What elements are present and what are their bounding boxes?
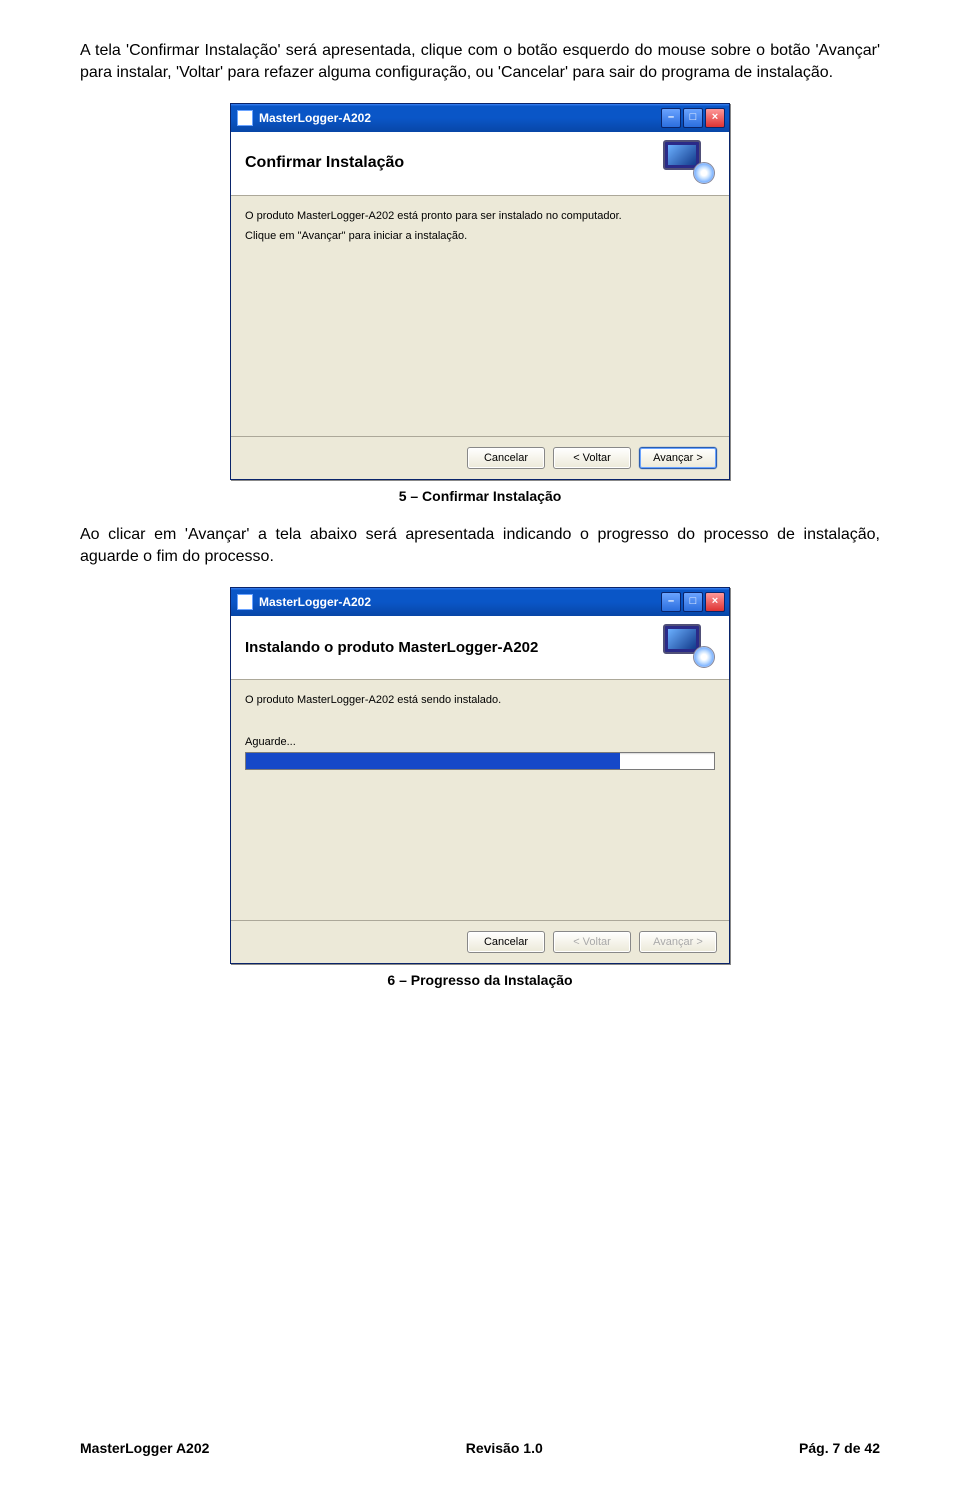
installer-icon [663, 624, 715, 670]
maximize-button[interactable]: □ [683, 592, 703, 612]
installer-dialog-confirm: MasterLogger-A202 – □ × Confirmar Instal… [230, 103, 730, 480]
installer-dialog-progress: MasterLogger-A202 – □ × Instalando o pro… [230, 587, 730, 964]
dialog-footer: Cancelar < Voltar Avançar > [231, 436, 729, 479]
banner-title: Instalando o produto MasterLogger-A202 [245, 639, 538, 656]
progress-bar [245, 752, 715, 770]
mid-paragraph: Ao clicar em 'Avançar' a tela abaixo ser… [80, 524, 880, 569]
dialog-content: O produto MasterLogger-A202 está sendo i… [231, 680, 729, 920]
dialog-content: O produto MasterLogger-A202 está pronto … [231, 196, 729, 436]
close-button[interactable]: × [705, 592, 725, 612]
progress-label: Aguarde... [245, 736, 715, 748]
window-title: MasterLogger-A202 [259, 111, 661, 125]
close-button[interactable]: × [705, 108, 725, 128]
page-footer: MasterLogger A202 Revisão 1.0 Pág. 7 de … [80, 1440, 880, 1456]
cancel-button[interactable]: Cancelar [467, 931, 545, 953]
figure-caption-6: 6 – Progresso da Instalação [80, 972, 880, 988]
dialog-banner: Confirmar Instalação [231, 132, 729, 196]
content-line2: Clique em "Avançar" para iniciar a insta… [245, 230, 715, 242]
minimize-button[interactable]: – [661, 592, 681, 612]
dialog2-figure: MasterLogger-A202 – □ × Instalando o pro… [80, 587, 880, 964]
next-button[interactable]: Avançar > [639, 447, 717, 469]
back-button: < Voltar [553, 931, 631, 953]
content-line1: O produto MasterLogger-A202 está sendo i… [245, 694, 715, 706]
progress-fill [246, 753, 620, 769]
window-controls: – □ × [661, 592, 725, 612]
dialog1-figure: MasterLogger-A202 – □ × Confirmar Instal… [80, 103, 880, 480]
next-button: Avançar > [639, 931, 717, 953]
app-icon [237, 594, 253, 610]
footer-right: Pág. 7 de 42 [799, 1440, 880, 1456]
cancel-button[interactable]: Cancelar [467, 447, 545, 469]
window-controls: – □ × [661, 108, 725, 128]
dialog-footer: Cancelar < Voltar Avançar > [231, 920, 729, 963]
titlebar: MasterLogger-A202 – □ × [231, 104, 729, 132]
minimize-button[interactable]: – [661, 108, 681, 128]
footer-center: Revisão 1.0 [466, 1440, 543, 1456]
dialog-banner: Instalando o produto MasterLogger-A202 [231, 616, 729, 680]
content-line1: O produto MasterLogger-A202 está pronto … [245, 210, 715, 222]
footer-left: MasterLogger A202 [80, 1440, 209, 1456]
banner-title: Confirmar Instalação [245, 154, 404, 172]
intro-paragraph: A tela 'Confirmar Instalação' será apres… [80, 40, 880, 85]
app-icon [237, 110, 253, 126]
figure-caption-5: 5 – Confirmar Instalação [80, 488, 880, 504]
window-title: MasterLogger-A202 [259, 595, 661, 609]
installer-icon [663, 140, 715, 186]
titlebar: MasterLogger-A202 – □ × [231, 588, 729, 616]
maximize-button[interactable]: □ [683, 108, 703, 128]
back-button[interactable]: < Voltar [553, 447, 631, 469]
